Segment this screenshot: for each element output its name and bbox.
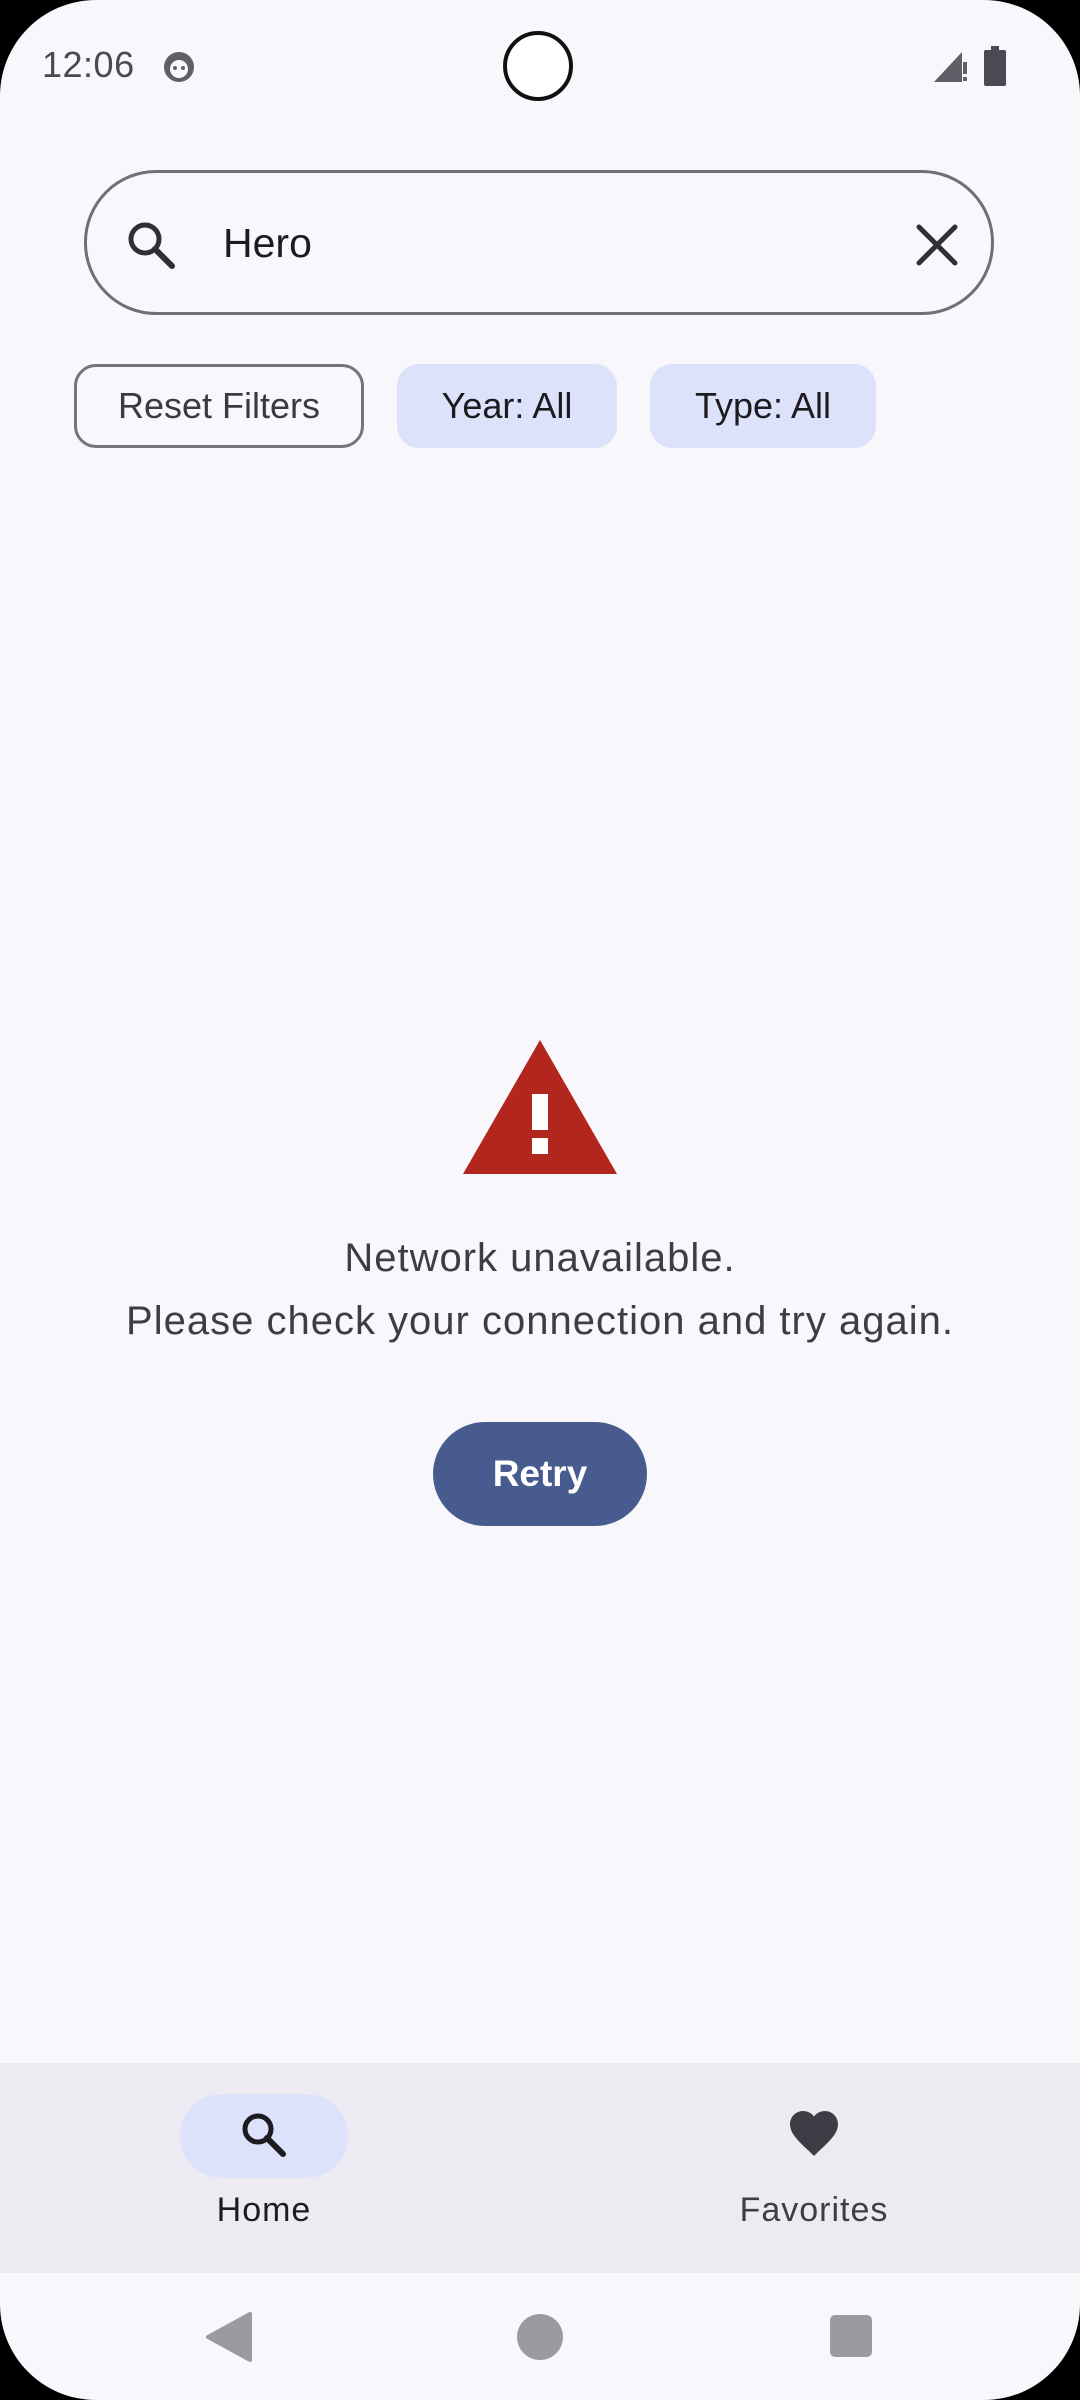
heart-icon — [790, 2111, 838, 2156]
nav-item-favorites[interactable]: Favorites — [664, 2063, 964, 2273]
retry-button[interactable]: Retry — [433, 1422, 647, 1526]
signal-icon — [934, 52, 967, 82]
search-icon — [128, 222, 175, 269]
close-icon[interactable] — [911, 219, 963, 271]
device-screen: 12:06 Reset Filters Year: All Ty — [0, 0, 1080, 2400]
back-icon[interactable] — [204, 2312, 252, 2362]
recents-button[interactable] — [830, 2315, 872, 2357]
search-icon — [242, 2113, 286, 2157]
bottom-navigation: Home Favorites — [0, 2063, 1080, 2273]
search-bar[interactable] — [84, 170, 994, 315]
reset-filters-chip[interactable]: Reset Filters — [74, 364, 364, 448]
home-button[interactable] — [517, 2314, 563, 2360]
year-filter-chip[interactable]: Year: All — [397, 364, 617, 448]
warning-icon — [463, 1040, 617, 1174]
battery-icon — [984, 46, 1006, 86]
nav-label-home: Home — [216, 2191, 312, 2229]
type-filter-chip[interactable]: Type: All — [650, 364, 876, 448]
status-time: 12:06 — [42, 44, 135, 85]
nav-label-favorites: Favorites — [739, 2191, 889, 2229]
camera-cutout — [503, 31, 573, 101]
notification-face-icon — [164, 52, 194, 82]
error-message-detail: Please check your connection and try aga… — [126, 1299, 954, 1343]
search-input[interactable] — [223, 213, 823, 273]
error-message-title: Network unavailable. — [344, 1236, 736, 1280]
status-bar: 12:06 — [0, 0, 1080, 134]
nav-item-home[interactable]: Home — [114, 2063, 414, 2273]
